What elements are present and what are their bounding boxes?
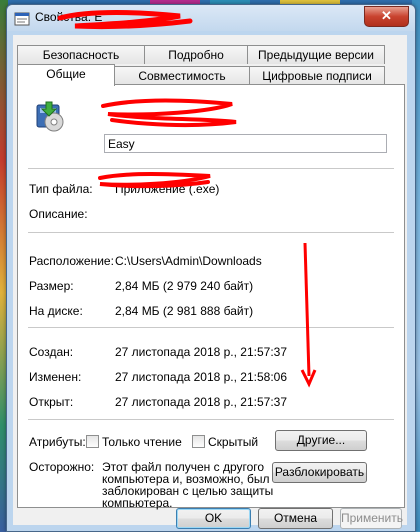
readonly-label[interactable]: Только чтение [102, 435, 182, 449]
location-value: C:\Users\Admin\Downloads [115, 254, 262, 268]
accessed-label: Открыт: [29, 395, 74, 409]
separator [28, 232, 394, 233]
file-type-label: Тип файла: [29, 182, 93, 196]
created-label: Создан: [29, 345, 74, 359]
other-attributes-button[interactable]: Другие... [275, 430, 367, 451]
caution-text-line4: компьютера. [102, 496, 173, 510]
installer-file-icon [36, 101, 64, 132]
separator [28, 168, 394, 169]
tab-details[interactable]: Подробно [144, 45, 248, 64]
file-properties-icon [14, 12, 30, 26]
tab-digital-signatures[interactable]: Цифровые подписи [249, 66, 385, 85]
general-tab-panel: Easy Тип файла: Приложение (.exe) Описан… [17, 84, 405, 510]
title-bar: Свойства: E ✕ [7, 5, 415, 31]
apply-button: Применить [340, 508, 403, 529]
modified-value: 27 листопада 2018 р., 21:58:06 [115, 370, 288, 384]
dialog-client-area: Безопасность Подробно Предыдущие версии … [13, 35, 407, 529]
file-name-input[interactable]: Easy [104, 134, 387, 153]
unblock-button[interactable]: Разблокировать [272, 462, 367, 483]
window-title: Свойства: E [35, 10, 103, 24]
readonly-checkbox[interactable] [86, 435, 99, 448]
caution-label: Осторожно: [29, 460, 95, 474]
attributes-label: Атрибуты: [29, 435, 86, 449]
ok-button[interactable]: OK [176, 508, 251, 529]
hidden-label[interactable]: Скрытый [208, 435, 258, 449]
file-type-value: Приложение (.exe) [115, 182, 220, 196]
modified-label: Изменен: [29, 370, 82, 384]
separator [28, 327, 394, 328]
tab-security[interactable]: Безопасность [17, 45, 145, 64]
tab-compatibility[interactable]: Совместимость [114, 66, 250, 85]
disk-size-value: 2,84 МБ (2 981 888 байт) [115, 304, 254, 318]
close-icon: ✕ [381, 8, 392, 23]
size-label: Размер: [29, 279, 74, 293]
tab-general[interactable]: Общие [17, 64, 115, 86]
cancel-button[interactable]: Отмена [258, 508, 333, 529]
close-button[interactable]: ✕ [364, 6, 409, 27]
size-value: 2,84 МБ (2 979 240 байт) [115, 279, 254, 293]
location-label: Расположение: [29, 254, 114, 268]
disk-size-label: На диске: [29, 304, 83, 318]
separator [28, 419, 394, 420]
created-value: 27 листопада 2018 р., 21:57:37 [115, 345, 288, 359]
description-label: Описание: [29, 207, 88, 221]
accessed-value: 27 листопада 2018 р., 21:57:37 [115, 395, 288, 409]
properties-window: Свойства: E ✕ Безопасность Подробно Пред… [6, 4, 416, 532]
tab-previous-versions[interactable]: Предыдущие версии [247, 45, 385, 64]
hidden-checkbox[interactable] [192, 435, 205, 448]
